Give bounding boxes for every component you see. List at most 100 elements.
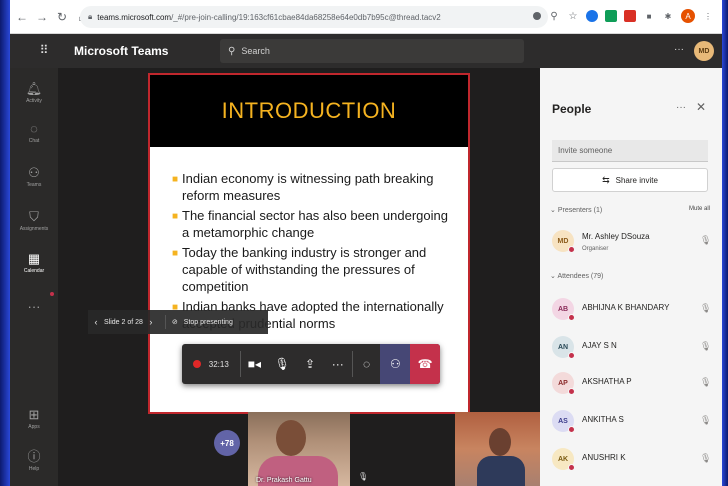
record-icon[interactable] — [533, 12, 541, 20]
next-slide-icon[interactable]: › — [143, 317, 159, 327]
share-icon: ⇆ — [602, 174, 610, 185]
calendar-notification-dot — [50, 292, 54, 296]
participant-row[interactable]: AN AJAY S N 🎙︎ — [552, 334, 712, 362]
avatar: MD — [552, 230, 575, 253]
app-launcher-icon[interactable]: ⠿ — [36, 43, 52, 59]
more-icon: ··· — [331, 357, 344, 371]
screen: ← → ↻ ⌂ 🔒︎ teams.microsoft.com/_#/pre-jo… — [10, 0, 722, 486]
prev-slide-icon[interactable]: ‹ — [88, 317, 104, 327]
profile-icon[interactable]: A — [681, 9, 695, 23]
avatar: AP — [552, 372, 575, 395]
participants-button[interactable]: ⚇ — [380, 344, 411, 384]
slide-counter: Slide 2 of 28 — [104, 318, 143, 326]
participant-name: AJAY S N — [582, 341, 617, 350]
browser-menu-icon[interactable]: ⋮ — [702, 10, 714, 22]
presentation-controls: ‹ Slide 2 of 28 › ⊘ Stop presenting — [88, 310, 268, 334]
participant-name: ABHIJNA K BHANDARY — [582, 303, 670, 312]
more-options-icon[interactable]: ··· — [674, 44, 684, 55]
recording-icon — [192, 360, 201, 368]
rail-more-icon[interactable]: ··· — [10, 300, 58, 314]
app-bar: 🔔︎ Activity ◌ Chat ⚇ Teams ⛉ Assignments… — [10, 68, 58, 486]
mic-off-icon: 🎙︎ — [358, 472, 369, 481]
stop-presenting-button[interactable]: Stop presenting — [184, 319, 233, 326]
participant-row[interactable]: AB ABHIJNA K BHANDARY 🎙︎ — [552, 296, 712, 324]
slide-title: INTRODUCTION — [221, 98, 397, 123]
url-path: /_#/pre-join-calling/19:163cf61cbae84da6… — [171, 12, 441, 22]
camera-button[interactable]: ■◂ — [241, 344, 269, 384]
red-ext-icon[interactable] — [624, 10, 636, 22]
participant-name: Dr. Prakash Gattu — [256, 477, 312, 484]
gray-ext-icon[interactable]: ■ — [643, 10, 655, 22]
rail-item-help[interactable]: ⓘ Help — [10, 450, 58, 473]
extension-icons: ⚲ ☆ ■ ✱ A ⋮ — [533, 9, 714, 23]
stop-presenting-icon[interactable]: ⊘ — [172, 318, 178, 326]
search-input[interactable]: ⚲ Search — [220, 39, 524, 63]
rail-label: Activity — [26, 98, 42, 104]
share-invite-button[interactable]: ⇆ Share invite — [552, 168, 708, 192]
video-tile[interactable] — [455, 412, 547, 486]
attendees-count: Attendees (79) — [557, 273, 604, 280]
green-ext-icon[interactable] — [605, 10, 617, 22]
attendees-section-header[interactable]: ⌄ Attendees (79) — [550, 272, 710, 280]
participant-row[interactable]: AS ANKITHA S 🎙︎ — [552, 408, 712, 436]
forward-icon[interactable]: → — [34, 9, 50, 25]
share-button[interactable]: ⇪ — [296, 344, 324, 384]
phone-icon: ☎ — [417, 357, 433, 371]
right-border — [722, 0, 728, 486]
mic-off-icon: 🎙︎ — [274, 357, 290, 371]
puzzle-icon[interactable]: ✱ — [662, 10, 674, 22]
people-panel: People ··· ✕ ⇆ Share invite ⌄ Presenters… — [540, 68, 722, 486]
rail-label: Teams — [26, 182, 42, 188]
more-participants-badge[interactable]: +78 — [214, 430, 240, 456]
slide-title-bar: INTRODUCTION — [150, 75, 468, 147]
lock-icon: 🔒︎ — [88, 12, 93, 21]
close-icon[interactable]: ✕ — [696, 100, 706, 114]
video-tile[interactable]: Dr. Prakash Gattu — [248, 412, 350, 486]
call-control-bar: 32:13 ■◂ 🎙︎ ⇪ ··· ◌ ⚇ ☎ — [182, 344, 440, 384]
bell-icon: 🔔︎ — [25, 81, 43, 96]
invite-someone-input[interactable] — [552, 140, 708, 162]
mic-off-icon: 🎙︎ — [700, 235, 712, 245]
chat-button[interactable]: ◌ — [353, 344, 381, 384]
search-placeholder: Search — [241, 46, 270, 56]
participant-row[interactable]: AK ANUSHRI K 🎙︎ — [552, 446, 712, 474]
more-actions-button[interactable]: ··· — [324, 344, 352, 384]
rail-item-chat[interactable]: ◌ Chat — [10, 122, 58, 145]
calendar-icon: ▦ — [27, 251, 41, 266]
slide-bullet: ■ The financial sector has also been unde… — [172, 208, 448, 240]
chrome-ext-icon[interactable] — [586, 10, 598, 22]
slide-bullet: ■ Indian economy is witnessing path break… — [172, 171, 434, 203]
teams-header: ⠿ Microsoft Teams ⚲ Search ··· MD — [10, 34, 722, 68]
zoom-icon[interactable]: ⚲ — [548, 10, 560, 22]
more-icon: ··· — [27, 299, 41, 314]
meeting-stage: INTRODUCTION ■ Indian economy is witnessi… — [58, 68, 547, 486]
hang-up-button[interactable]: ☎ — [410, 344, 440, 384]
rail-label: Assignments — [19, 226, 49, 232]
address-bar[interactable]: 🔒︎ teams.microsoft.com/_#/pre-join-calli… — [80, 6, 548, 28]
rail-item-activity[interactable]: 🔔︎ Activity — [10, 81, 58, 105]
url-host: teams.microsoft.com — [97, 12, 172, 22]
presenters-count: Presenters (1) — [557, 207, 603, 214]
panel-more-icon[interactable]: ··· — [676, 102, 686, 113]
participant-row[interactable]: MD Mr. Ashley DSouza Organiser 🎙︎ — [552, 228, 712, 256]
mic-button[interactable]: 🎙︎ — [268, 344, 296, 384]
rail-item-assignments[interactable]: ⛉ Assignments — [10, 209, 58, 233]
user-avatar[interactable]: MD — [694, 41, 714, 61]
assignments-icon: ⛉ — [29, 209, 39, 224]
rail-item-teams[interactable]: ⚇ Teams — [10, 166, 58, 189]
presenters-section-header[interactable]: ⌄ Presenters (1) Mute all — [550, 206, 710, 214]
rail-item-calendar[interactable]: ▦ Calendar — [10, 251, 58, 275]
mute-all-button[interactable]: Mute all — [689, 206, 710, 212]
back-icon[interactable]: ← — [14, 9, 30, 25]
mic-off-icon: 🎙︎ — [700, 341, 712, 351]
participant-row[interactable]: AP AKSHATHA P 🎙︎ — [552, 370, 712, 398]
chevron-down-icon: ⌄ — [550, 207, 556, 214]
reload-icon[interactable]: ↻ — [54, 9, 70, 25]
star-icon[interactable]: ☆ — [567, 10, 579, 22]
apps-icon: ⊞ — [28, 407, 40, 422]
avatar: AB — [552, 298, 575, 321]
rail-item-apps[interactable]: ⊞ Apps — [10, 407, 58, 431]
slide-bullet: ■ Today the banking industry is stronger … — [172, 245, 427, 294]
participant-name: AKSHATHA P — [582, 377, 632, 386]
share-tray-icon: ⇪ — [304, 357, 316, 371]
